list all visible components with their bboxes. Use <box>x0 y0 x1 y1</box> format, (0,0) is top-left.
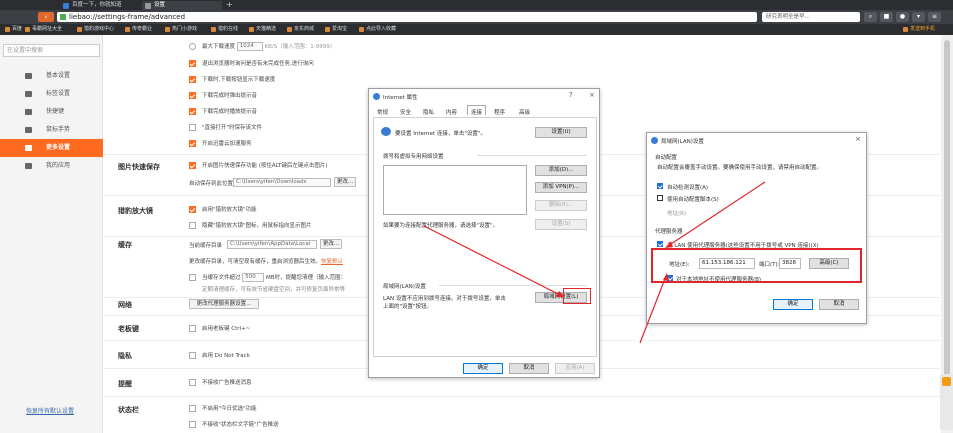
annotation-arrows <box>423 181 766 344</box>
arrow-to-address <box>639 275 667 344</box>
arrow-head <box>663 273 669 281</box>
arrow-head <box>665 241 673 248</box>
arrow-to-proxy-checkbox <box>667 181 766 247</box>
arrow-to-lan-button <box>423 225 563 297</box>
